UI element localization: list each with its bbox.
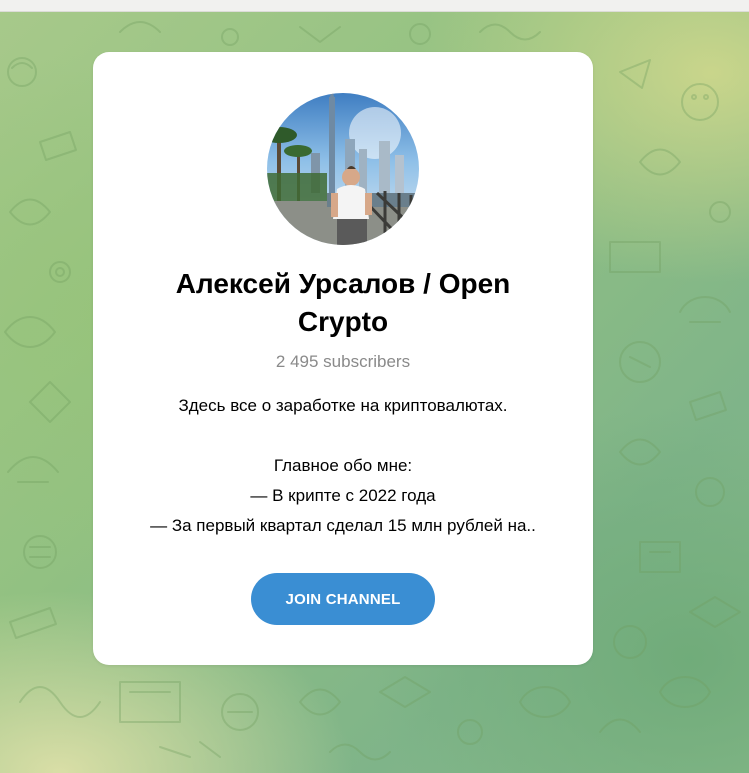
channel-avatar-photo-icon	[267, 93, 419, 245]
channel-title: Алексей Урсалов / Open Crypto	[175, 268, 511, 337]
channel-description: Здесь все о заработке на криптовалютах. …	[93, 391, 593, 541]
browser-top-strip	[0, 0, 749, 12]
description-line: Главное обо мне:	[273, 456, 413, 475]
description-line	[93, 421, 593, 451]
description-line: — В крипте с 2022 года	[250, 486, 436, 505]
subscriber-count: 2 495 subscribers	[275, 352, 411, 371]
join-channel-button[interactable]: JOIN CHANNEL	[251, 573, 435, 625]
channel-card: Алексей Урсалов / Open Crypto 2 495 subs…	[93, 52, 593, 665]
description-line: — За первый квартал сделал 15 млн рублей…	[150, 516, 536, 535]
description-line: Здесь все о заработке на криптовалютах.	[178, 396, 508, 415]
channel-avatar	[267, 93, 419, 245]
